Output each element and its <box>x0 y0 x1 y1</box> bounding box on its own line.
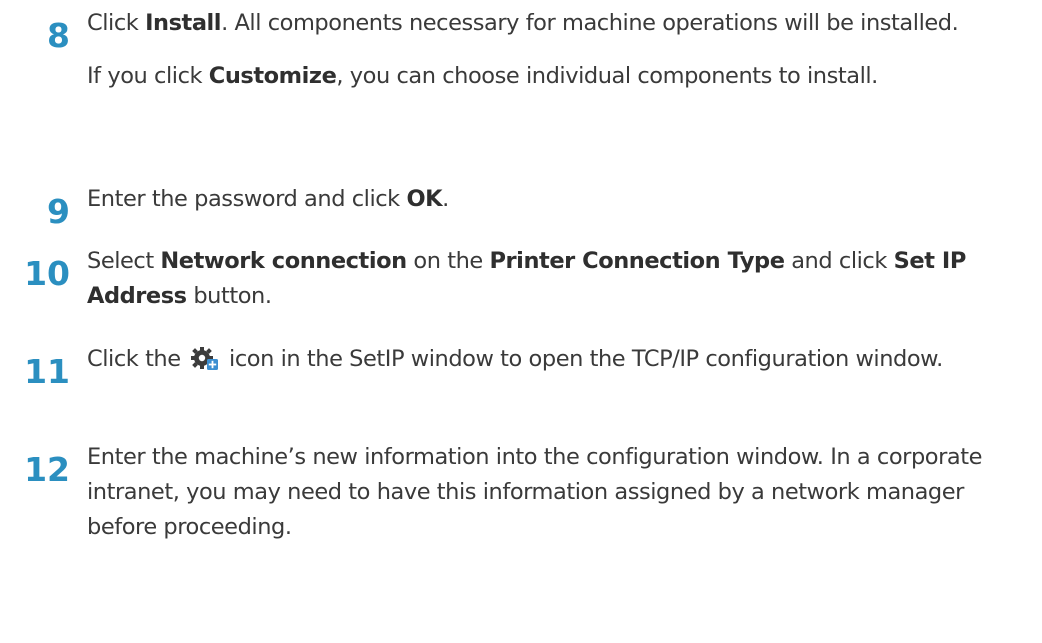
step-body: Click Install. All components necessary … <box>87 6 1037 94</box>
step-body: Enter the machine’s new information into… <box>87 440 1037 545</box>
step-body: Enter the password and click OK. <box>87 182 1037 217</box>
ui-term-customize: Customize <box>208 63 337 89</box>
step-paragraph: Enter the machine’s new information into… <box>87 444 983 540</box>
ui-term-install: Install <box>145 10 222 36</box>
ui-term-network-connection: Network connection <box>160 248 407 274</box>
ui-term-printer-connection-type: Printer Connection Type <box>489 248 785 274</box>
step-paragraph: If you click Customize, you can choose i… <box>87 63 878 89</box>
step-paragraph: Click Install. All components necessary … <box>87 10 959 36</box>
ui-term-ok: OK <box>406 186 443 212</box>
tcp-ip-config-icon <box>189 346 220 381</box>
step-number: 11 <box>24 352 70 391</box>
step-paragraph: Select Network connection on the Printer… <box>87 248 966 309</box>
step-number: 8 <box>47 16 70 55</box>
step-body: Select Network connection on the Printer… <box>87 244 1037 314</box>
step-paragraph: Enter the password and click OK. <box>87 186 449 212</box>
step-number: 9 <box>47 192 70 231</box>
step-paragraph: Click the icon in the SetIP window to op… <box>87 342 1037 381</box>
step-number: 12 <box>24 450 70 489</box>
step-number: 10 <box>24 254 70 293</box>
step-body: Click the icon in the SetIP window to op… <box>87 342 1037 381</box>
